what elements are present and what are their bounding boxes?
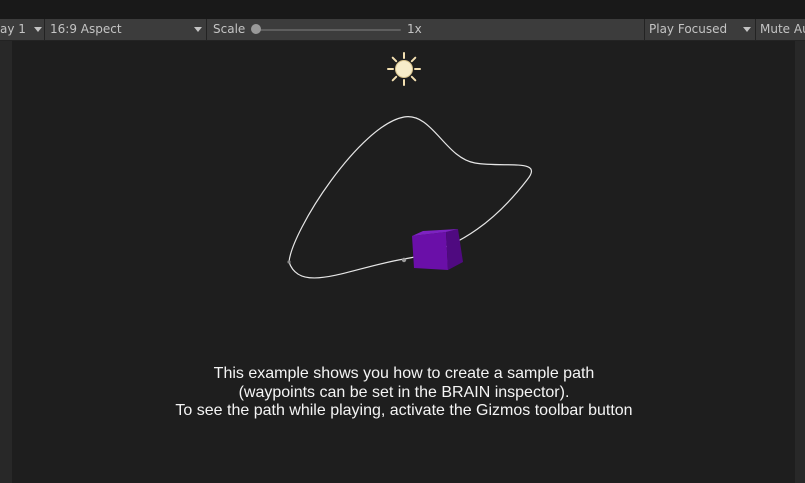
- instruction-line: This example shows you how to create a s…: [213, 365, 595, 382]
- instruction-text: This example shows you how to create a s…: [100, 365, 708, 421]
- waypoint-marker[interactable]: [287, 260, 291, 264]
- dolly-path[interactable]: [288, 116, 533, 279]
- sun-icon[interactable]: [387, 52, 421, 86]
- instruction-line: To see the path while playing, activate …: [175, 402, 633, 419]
- instruction-line: (waypoints can be set in the BRAIN inspe…: [238, 383, 570, 401]
- waypoint-marker[interactable]: [401, 257, 407, 263]
- cube-object[interactable]: [412, 229, 463, 270]
